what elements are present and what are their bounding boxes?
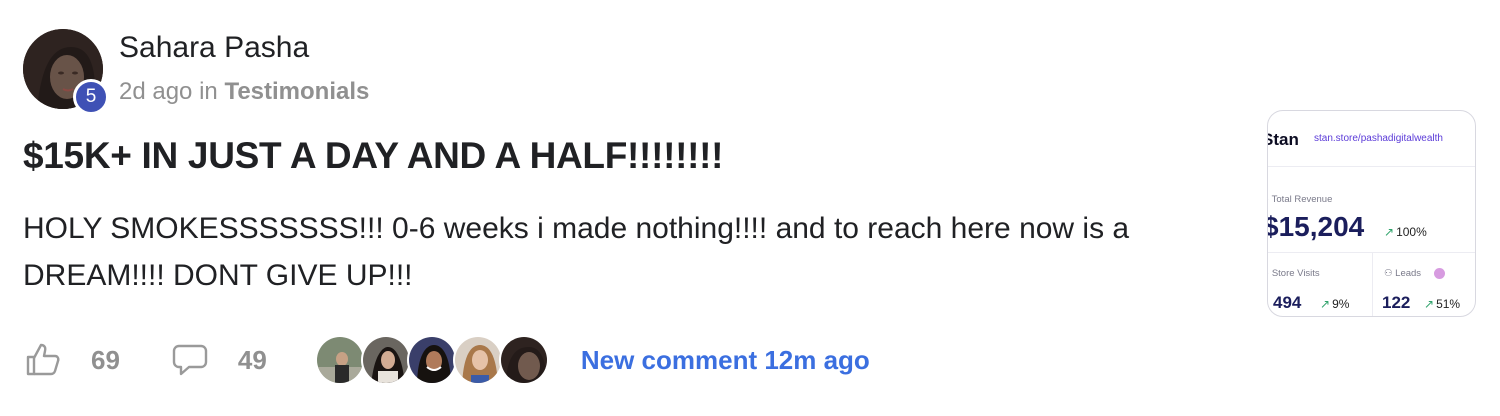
author-avatar-wrap[interactable]: 5: [23, 29, 109, 115]
commenter-avatar[interactable]: [406, 335, 457, 385]
people-icon: ⚇: [1384, 268, 1393, 279]
commenter-avatar[interactable]: [360, 335, 411, 385]
total-revenue-value: $15,204: [1267, 211, 1365, 242]
post-attachment-thumbnail[interactable]: Stan stan.store/pashadigitalwealth · Tot…: [1267, 110, 1476, 317]
new-comment-link[interactable]: New comment 12m ago: [581, 345, 870, 376]
store-visits-change: ↗ 9%: [1320, 297, 1350, 311]
total-revenue-label: · Total Revenue: [1268, 194, 1332, 205]
comment-count: 49: [237, 344, 267, 375]
category-link[interactable]: Testimonials: [224, 78, 369, 105]
leads-value: 122: [1382, 293, 1411, 312]
leads-label: ⚇ Leads: [1384, 268, 1422, 279]
trend-up-icon: ↗: [1320, 297, 1331, 311]
like-button[interactable]: 69: [25, 342, 120, 378]
commenter-avatar[interactable]: [498, 335, 549, 385]
store-visits-label: · Store Visits: [1268, 268, 1320, 279]
author-name[interactable]: Sahara Pasha: [119, 31, 309, 65]
divider: [1268, 166, 1475, 167]
post-meta: 2d ago in Testimonials: [119, 78, 369, 106]
dot-icon: ·: [1268, 194, 1269, 205]
stan-logo: Stan: [1268, 130, 1299, 149]
time-ago: 2d ago: [119, 78, 193, 105]
leads-status-dot: [1434, 268, 1445, 279]
level-badge: 5: [73, 79, 109, 115]
comment-bubble-icon: [172, 344, 208, 376]
recent-commenters[interactable]: [314, 335, 549, 385]
dot-icon: ·: [1268, 268, 1269, 279]
post-body: HOLY SMOKESSSSSSS!!! 0-6 weeks i made no…: [23, 212, 1130, 292]
store-visits-value: 494: [1273, 293, 1302, 312]
commenter-avatar[interactable]: [314, 335, 365, 385]
trend-up-icon: ↗: [1424, 297, 1435, 311]
divider: [1372, 253, 1373, 316]
like-count: 69: [91, 344, 120, 375]
comment-button[interactable]: 49: [172, 342, 267, 378]
post-actions: 69 49 New comment 12m ago: [25, 334, 870, 386]
trend-up-icon: ↗: [1384, 225, 1395, 239]
total-revenue-change: ↗ 100%: [1384, 225, 1427, 239]
stan-store-url: stan.store/pashadigitalwealth: [1314, 133, 1443, 144]
thumbs-up-icon: [26, 343, 60, 376]
leads-change: ↗ 51%: [1424, 297, 1461, 311]
commenter-avatar[interactable]: [452, 335, 503, 385]
in-word: in: [199, 78, 218, 105]
post-title[interactable]: $15K+ IN JUST A DAY AND A HALF!!!!!!!!: [23, 135, 724, 177]
